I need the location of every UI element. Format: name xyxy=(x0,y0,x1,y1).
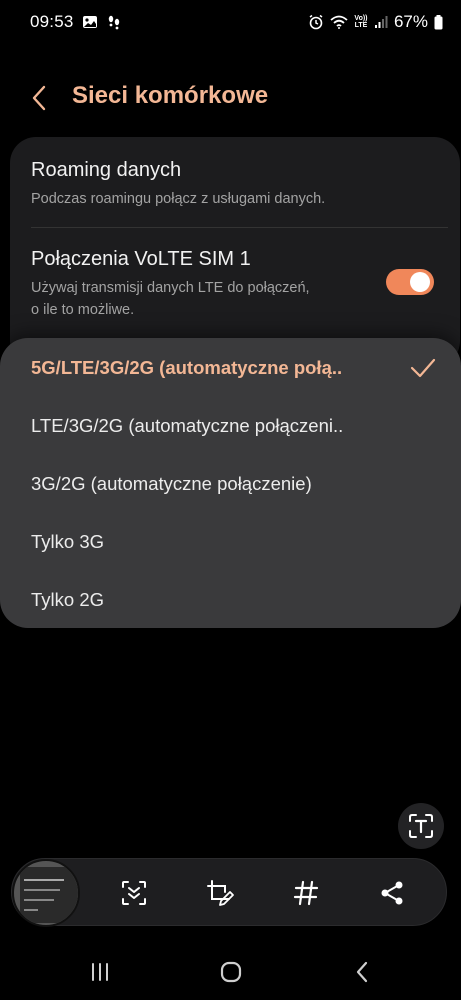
recent-apps-icon xyxy=(92,963,108,981)
screenshot-toolbar xyxy=(11,858,447,927)
recent-apps-button[interactable] xyxy=(80,958,120,986)
back-button[interactable] xyxy=(26,82,52,114)
scroll-capture-button[interactable] xyxy=(114,873,154,913)
thumbnail-line xyxy=(24,899,54,901)
edit-crop-button[interactable] xyxy=(200,873,240,913)
thumbnail-line xyxy=(24,909,38,911)
volte-bottom-label: LTE xyxy=(354,22,368,29)
network-option-3g-2g[interactable]: 3G/2G (automatyczne połączenie) xyxy=(31,464,391,504)
back-nav-button[interactable] xyxy=(342,958,382,986)
home-button[interactable] xyxy=(211,958,251,986)
extract-text-icon xyxy=(409,814,433,838)
hashtag-icon xyxy=(293,880,319,906)
share-icon xyxy=(381,881,403,905)
thumbnail-line xyxy=(24,879,64,881)
hashtag-button[interactable] xyxy=(286,873,326,913)
screen: 09:53 Vo)) LTE 67% Sieci komórkowe Roami… xyxy=(0,0,461,1000)
steps-notification-icon xyxy=(106,14,122,30)
checkmark-icon xyxy=(410,358,436,378)
scroll-capture-icon xyxy=(122,881,146,905)
navigation-bar xyxy=(0,950,461,994)
roaming-setting-row[interactable]: Roaming danych Podczas roamingu połącz z… xyxy=(10,137,460,227)
network-option-lte-3g-2g[interactable]: LTE/3G/2G (automatyczne połączeni.. xyxy=(31,406,391,446)
back-nav-icon xyxy=(356,961,368,983)
status-left: 09:53 xyxy=(30,12,122,32)
edit-crop-icon xyxy=(207,880,234,906)
wifi-icon xyxy=(330,15,348,29)
settings-card: Roaming danych Podczas roamingu połącz z… xyxy=(10,137,460,367)
roaming-title: Roaming danych xyxy=(31,159,182,181)
status-right: Vo)) LTE 67% xyxy=(308,12,443,32)
network-option-2g-only[interactable]: Tylko 2G xyxy=(31,580,391,620)
thumbnail-preview xyxy=(20,867,78,923)
network-mode-dropdown: 5G/LTE/3G/2G (automatyczne połą.. LTE/3G… xyxy=(0,338,461,628)
battery-icon xyxy=(434,14,443,30)
volte-title: Połączenia VoLTE SIM 1 xyxy=(31,248,251,270)
gallery-notification-icon xyxy=(82,14,98,30)
alarm-icon xyxy=(308,14,324,30)
thumbnail-line xyxy=(24,889,60,891)
extract-text-button[interactable] xyxy=(398,803,444,849)
volte-toggle[interactable] xyxy=(386,269,434,295)
volte-top-label: Vo)) xyxy=(354,15,368,22)
back-arrow-icon xyxy=(32,85,46,111)
status-time: 09:53 xyxy=(30,12,74,31)
screenshot-thumbnail[interactable] xyxy=(12,859,80,927)
volte-indicator: Vo)) LTE xyxy=(354,15,368,29)
roaming-subtitle: Podczas roamingu połącz z usługami danyc… xyxy=(31,191,326,207)
volte-subtitle-line1: Używaj transmisji danych LTE do połączeń… xyxy=(31,280,310,296)
battery-percent: 67% xyxy=(393,12,428,31)
status-bar: 09:53 Vo)) LTE 67% xyxy=(0,0,461,44)
share-button[interactable] xyxy=(372,873,412,913)
volte-subtitle-line2: o ile to możliwe. xyxy=(31,302,135,318)
signal-icon xyxy=(374,15,388,29)
app-header: Sieci komórkowe xyxy=(0,78,461,118)
network-option-3g-only[interactable]: Tylko 3G xyxy=(31,522,391,562)
network-option-5g-lte-3g-2g[interactable]: 5G/LTE/3G/2G (automatyczne połą.. xyxy=(31,348,391,388)
toggle-knob xyxy=(410,272,430,292)
page-title: Sieci komórkowe xyxy=(72,82,269,109)
home-icon xyxy=(220,961,242,983)
